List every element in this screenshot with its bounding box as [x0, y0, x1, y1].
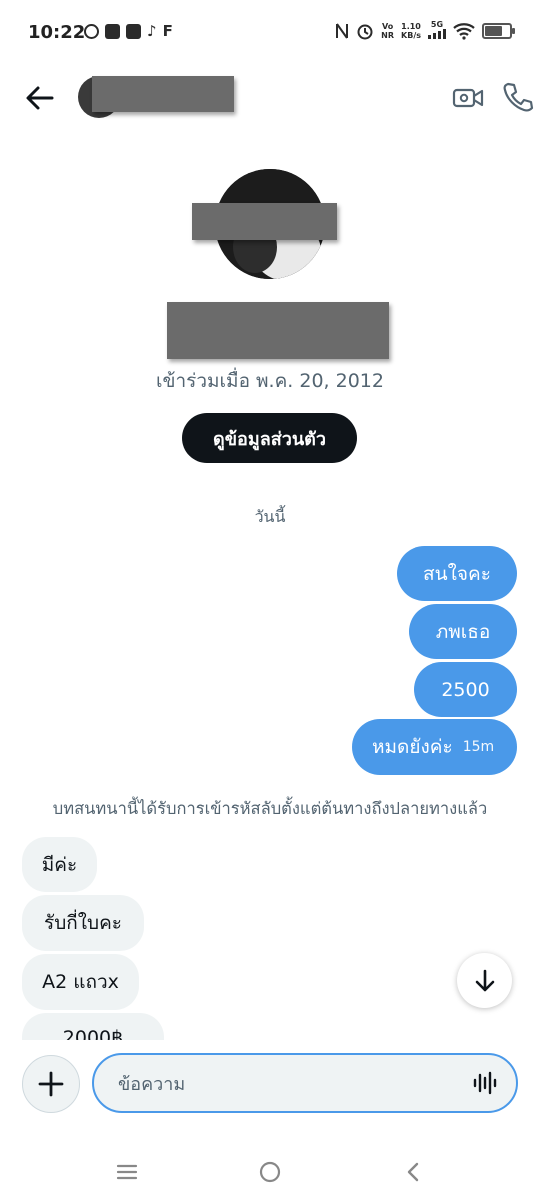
voice-call-button[interactable] [500, 80, 534, 114]
message-input-container [92, 1053, 518, 1113]
tiktok-icon: ♪ [147, 22, 157, 40]
message-text: 2500 [441, 678, 490, 701]
conversation-header [0, 66, 540, 130]
message-input[interactable] [116, 1055, 450, 1113]
scroll-to-bottom-button[interactable] [457, 953, 512, 1008]
sent-message[interactable]: สนใจคะ [397, 546, 517, 601]
message-text: รับกี่ใบคะ [43, 912, 123, 934]
arrow-down-icon [475, 969, 494, 991]
redacted-contact-name [92, 76, 234, 112]
received-message[interactable]: 2000฿ [22, 1013, 164, 1040]
speed-value: 1.10 [401, 21, 421, 31]
message-text: มีค่ะ [41, 853, 78, 876]
volte-indicator: Vo NR [381, 21, 395, 40]
system-icons: Vo NR 1.10 KB/s 5G [335, 20, 515, 41]
home-button[interactable] [250, 1152, 290, 1192]
back-button[interactable] [22, 80, 58, 116]
home-circle-icon [259, 1161, 281, 1183]
sent-message[interactable]: หมดยังค่ะ 15m [352, 719, 517, 775]
received-message[interactable]: A2 แถวx [22, 954, 139, 1010]
voice-message-button[interactable] [472, 1070, 498, 1096]
speed-unit: KB/s [401, 30, 421, 40]
received-message-clip: 2000฿ [0, 1013, 540, 1040]
wifi-icon [453, 22, 475, 40]
plus-icon [38, 1071, 64, 1097]
system-back-button[interactable] [393, 1152, 433, 1192]
sent-message[interactable]: ภพเธอ [409, 604, 517, 659]
add-attachment-button[interactable] [22, 1055, 80, 1113]
battery-icon [482, 22, 515, 39]
message-timestamp: 15m [462, 739, 495, 755]
redacted-profile-name [167, 302, 389, 359]
nfc-icon [336, 22, 349, 39]
status-bar: 10:22 ♪ F Vo NR 1.10 KB/s 5G [0, 0, 540, 66]
chevron-left-icon [407, 1162, 419, 1182]
message-text: หมดยังค่ะ [372, 736, 453, 758]
battery-fill [485, 25, 502, 36]
status-time: 10:22 [28, 22, 86, 43]
received-message[interactable]: รับกี่ใบคะ [22, 895, 144, 951]
mail-icon [126, 24, 141, 39]
youtube-icon [105, 24, 120, 39]
system-nav-bar [0, 1140, 540, 1199]
app-f-icon: F [162, 22, 173, 40]
notification-icons: ♪ F [84, 24, 173, 39]
message-text: 2000฿ [62, 1027, 124, 1040]
arrow-left-icon [26, 86, 54, 110]
voice-waveform-icon [473, 1071, 497, 1095]
message-text: A2 แถวx [42, 971, 119, 993]
signal-indicator: 5G [428, 20, 446, 41]
net-type: 5G [430, 20, 444, 29]
day-separator: วันนี้ [254, 507, 286, 526]
redacted-avatar-overlay [192, 203, 337, 240]
joined-date: เข้าร่วมเมื่อ พ.ค. 20, 2012 [156, 370, 384, 392]
recent-apps-button[interactable] [107, 1152, 147, 1192]
video-camera-icon [452, 88, 484, 108]
network-speed: 1.10 KB/s [401, 22, 421, 40]
alarm-icon [357, 24, 373, 39]
message-text: ภพเธอ [435, 620, 491, 643]
received-message[interactable]: มีค่ะ [22, 837, 97, 892]
view-profile-button[interactable]: ดูข้อมูลส่วนตัว [182, 413, 357, 463]
encryption-notice: บทสนทนานี้ได้รับการเข้ารหัสลับตั้งแต่ต้น… [52, 799, 488, 818]
signal-bars-icon [428, 29, 446, 39]
menu-lines-icon [116, 1164, 138, 1180]
sent-message[interactable]: 2500 [414, 662, 517, 717]
message-text: สนใจคะ [423, 562, 491, 585]
video-call-button[interactable] [452, 82, 484, 114]
instagram-icon [84, 24, 99, 39]
phone-icon [503, 82, 534, 112]
